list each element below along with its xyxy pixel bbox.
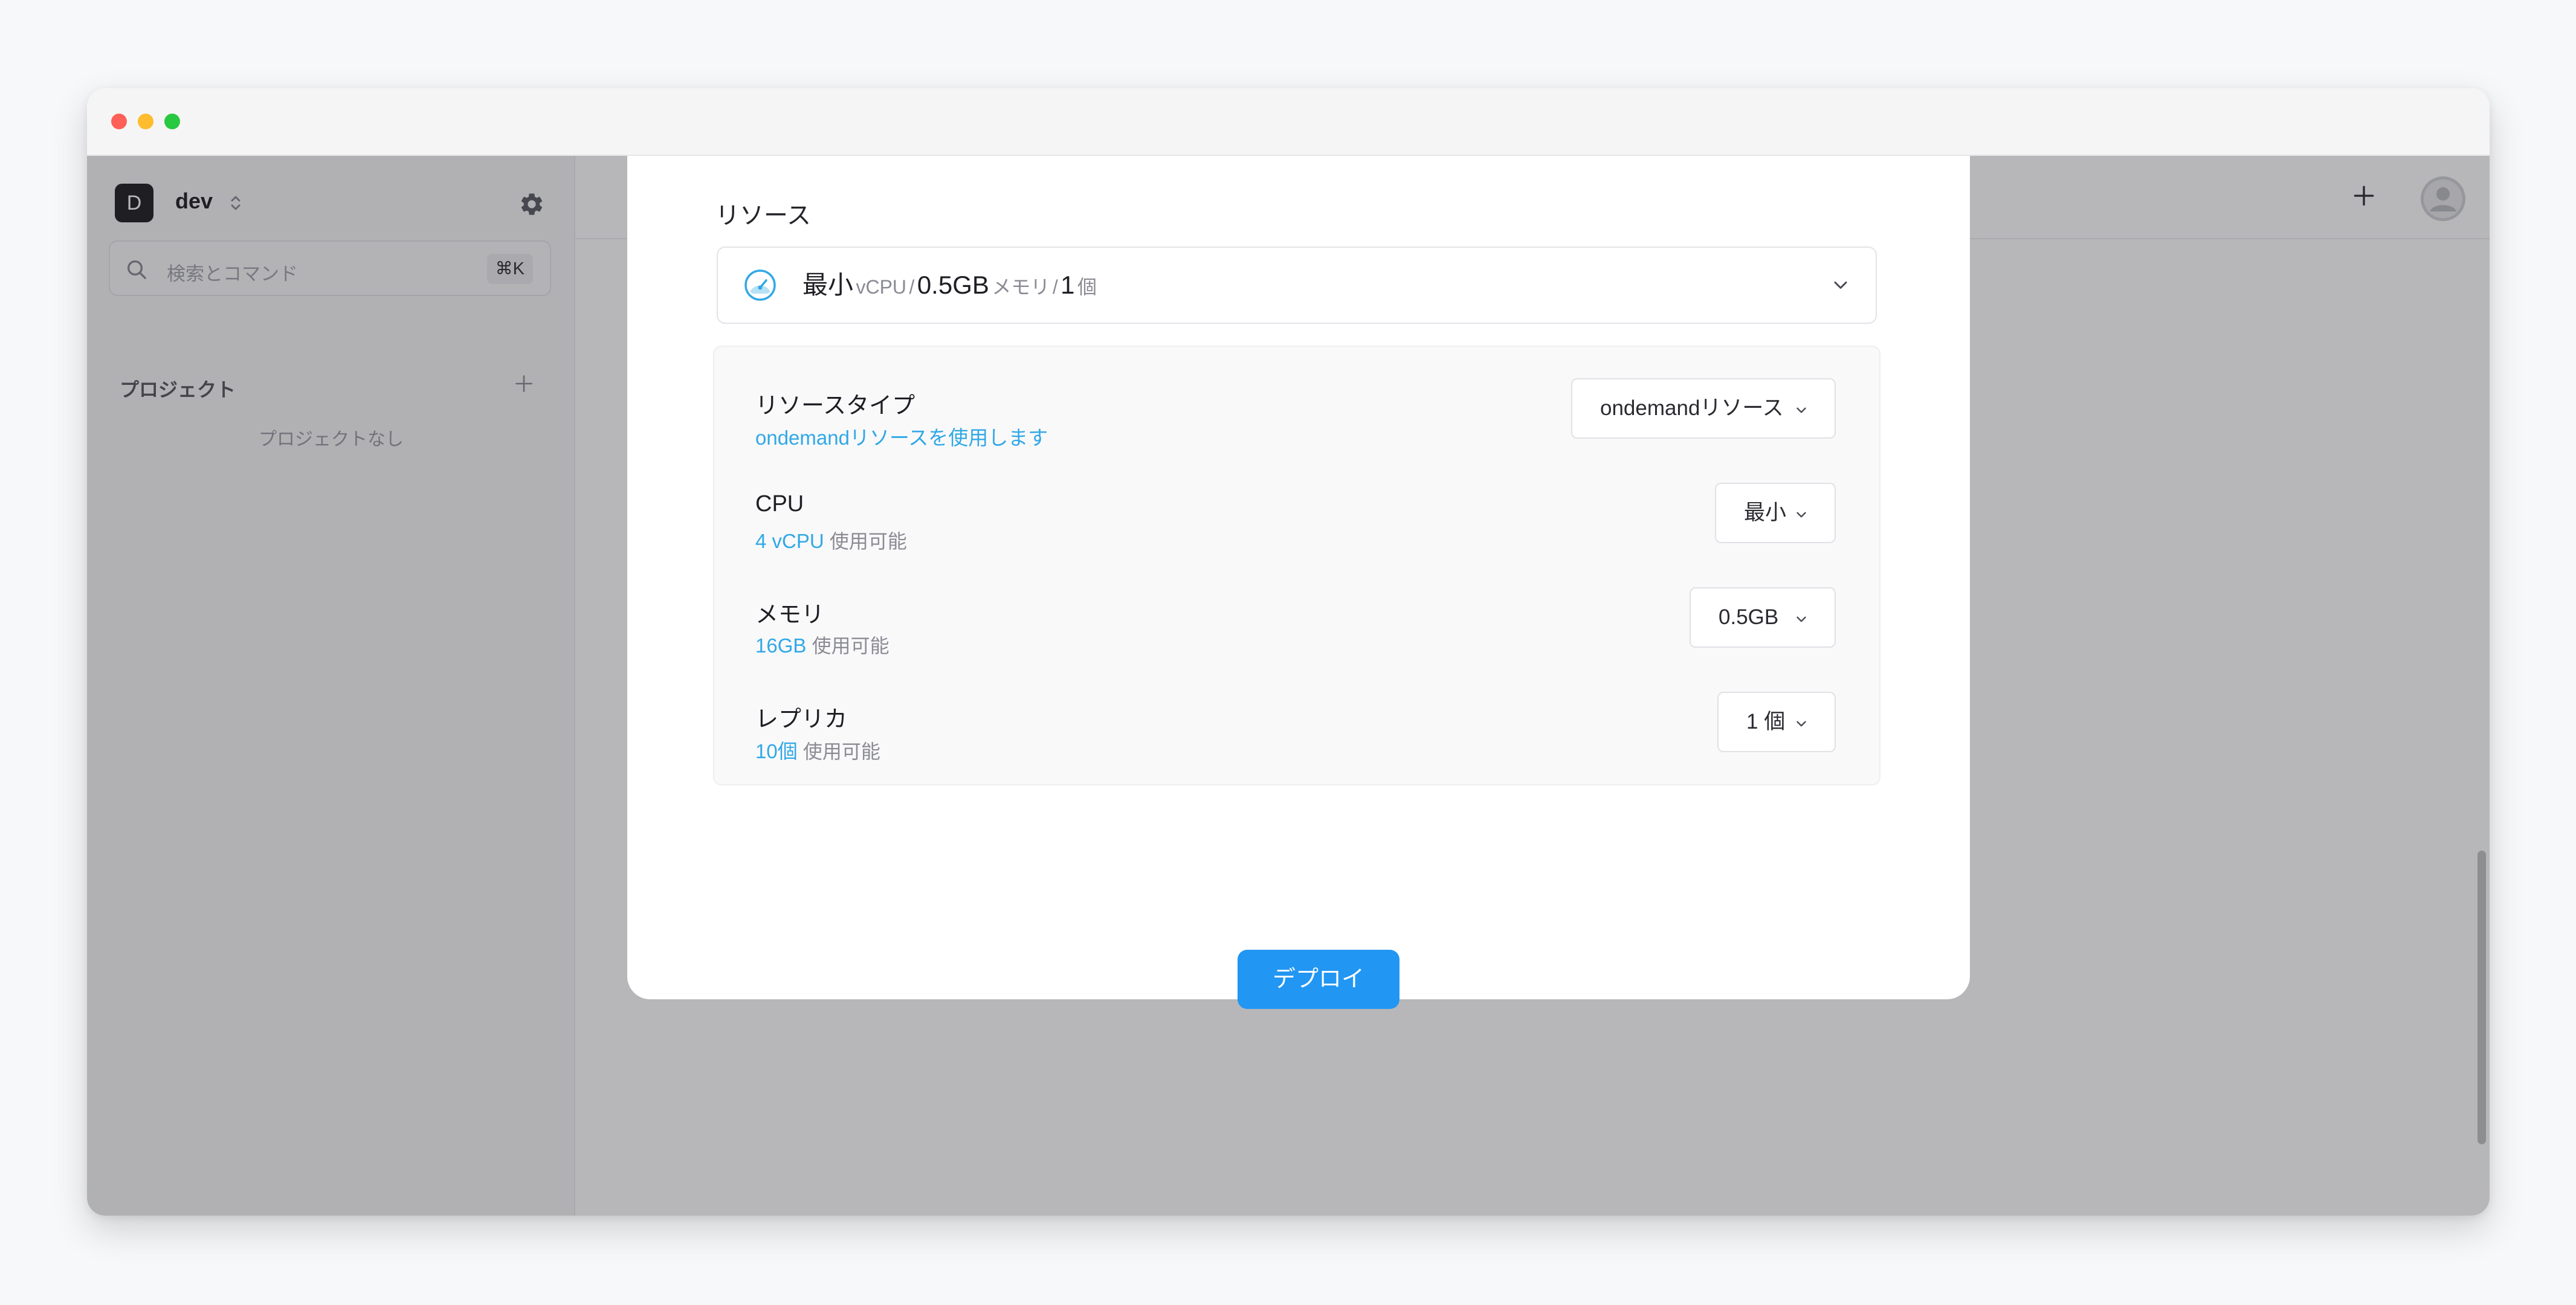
maximize-window-button[interactable] bbox=[164, 114, 180, 129]
title-bar bbox=[87, 88, 2490, 156]
resource-summary-dropdown[interactable]: 最小 vCPU / 0.5GB メモリ / 1 個 bbox=[717, 246, 1877, 324]
chevron-down-icon bbox=[1834, 282, 1847, 289]
chevron-down-icon bbox=[1796, 721, 1806, 727]
resource-type-select[interactable]: ondemandリソース bbox=[1571, 378, 1836, 439]
memory-row: メモリ 16GB 使用可能 0.5GB bbox=[714, 587, 1879, 672]
memory-value: 0.5GB bbox=[1719, 605, 1779, 629]
resource-type-description-text: ondemandリソースを使用します bbox=[755, 427, 1048, 449]
cpu-available-text: 使用可能 bbox=[829, 530, 907, 552]
speedometer-icon bbox=[744, 269, 776, 301]
resource-summary-text: 最小 vCPU / 0.5GB メモリ / 1 個 bbox=[802, 248, 1097, 323]
chevron-down-icon bbox=[1796, 616, 1806, 622]
resource-type-value: ondemandリソース bbox=[1600, 396, 1784, 420]
deploy-modal: リソース 最小 vCPU / 0.5GB メモリ / 1 個 リソースタイプ o… bbox=[627, 156, 1970, 1009]
memory-available-amount: 16GB bbox=[755, 634, 807, 657]
replica-value: 1 個 bbox=[1746, 710, 1786, 733]
memory-label: メモリ bbox=[755, 602, 825, 628]
replica-label: レプリカ bbox=[755, 707, 848, 732]
resource-settings-panel: リソースタイプ ondemandリソースを使用します ondemandリソース … bbox=[713, 346, 1880, 785]
summary-replica-unit: 個 bbox=[1077, 276, 1097, 298]
summary-cpu-unit: vCPU bbox=[856, 276, 907, 298]
memory-select[interactable]: 0.5GB bbox=[1690, 587, 1836, 648]
replica-select[interactable]: 1 個 bbox=[1717, 692, 1836, 752]
app-window: D dev 検索とコマンド ⌘K プロジェクト プロジェクトなし リソース 最小… bbox=[87, 88, 2490, 1216]
scrollbar-thumb[interactable] bbox=[2478, 851, 2486, 1144]
summary-memory-value: 0.5GB bbox=[917, 271, 989, 299]
chevron-down-icon bbox=[1796, 512, 1806, 518]
cpu-label: CPU bbox=[755, 491, 804, 517]
cpu-availability: 4 vCPU 使用可能 bbox=[755, 526, 907, 554]
summary-separator: / bbox=[1052, 276, 1058, 298]
resource-type-description: ondemandリソースを使用します bbox=[755, 422, 1048, 451]
cpu-available-amount: 4 vCPU bbox=[755, 530, 824, 552]
summary-replica-value: 1 bbox=[1060, 271, 1075, 299]
memory-available-text: 使用可能 bbox=[812, 635, 889, 657]
replica-available-amount: 10個 bbox=[755, 740, 798, 762]
close-window-button[interactable] bbox=[111, 114, 127, 129]
deploy-button[interactable]: デプロイ bbox=[1238, 950, 1399, 1009]
resource-type-row: リソースタイプ ondemandリソースを使用します ondemandリソース bbox=[714, 378, 1879, 463]
summary-memory-unit: メモリ bbox=[992, 276, 1050, 298]
resource-type-label: リソースタイプ bbox=[755, 393, 915, 419]
memory-availability: 16GB 使用可能 bbox=[755, 631, 889, 659]
cpu-row: CPU 4 vCPU 使用可能 最小 bbox=[714, 483, 1879, 567]
replica-row: レプリカ 10個 使用可能 1 個 bbox=[714, 692, 1879, 776]
summary-cpu-value: 最小 bbox=[802, 271, 854, 299]
summary-separator: / bbox=[909, 276, 915, 298]
cpu-value: 最小 bbox=[1744, 501, 1787, 524]
resource-section-title: リソース bbox=[715, 202, 811, 229]
chevron-down-icon bbox=[1796, 407, 1806, 413]
replica-availability: 10個 使用可能 bbox=[755, 735, 880, 764]
cpu-select[interactable]: 最小 bbox=[1715, 483, 1836, 543]
minimize-window-button[interactable] bbox=[138, 114, 153, 129]
replica-available-text: 使用可能 bbox=[802, 741, 880, 762]
